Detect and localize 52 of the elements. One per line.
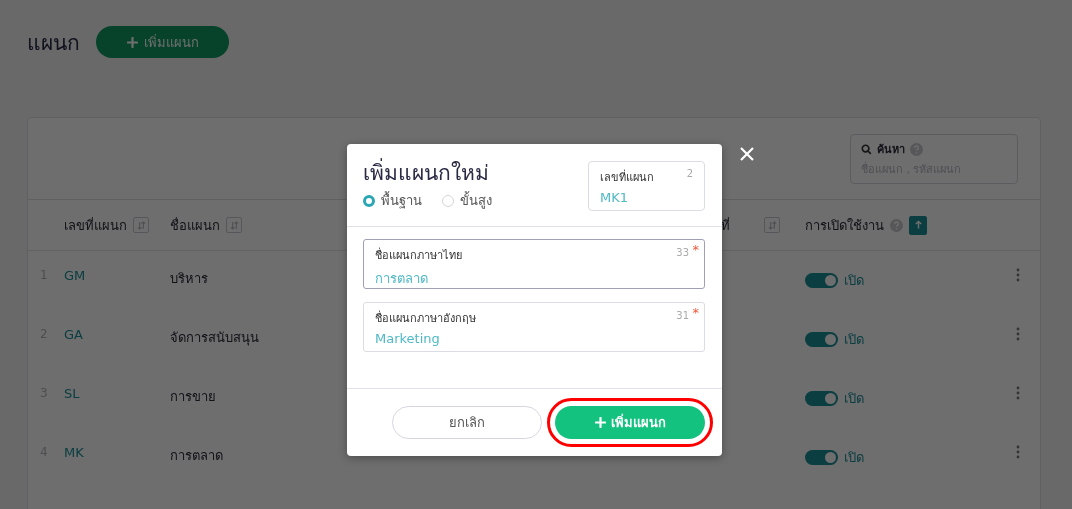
sort-icon[interactable]: [133, 217, 149, 233]
table-cell: GA: [64, 327, 83, 342]
table-cell: MK: [64, 445, 84, 460]
more-icon[interactable]: [1016, 386, 1020, 400]
plus-icon: [126, 36, 138, 48]
field-value: การตลาด: [375, 270, 429, 288]
name-field[interactable]: ชื่อแผนกภาษาอังกฤษ 31 * Marketing: [363, 302, 705, 352]
char-count: 33: [676, 247, 689, 258]
status-label: เปิด: [844, 449, 864, 467]
mode-radio[interactable]: ขั้นสูง: [442, 190, 492, 211]
toggle-switch[interactable]: [805, 273, 838, 288]
mode-radio[interactable]: พื้นฐาน: [363, 190, 422, 211]
toggle-switch[interactable]: [805, 450, 838, 465]
column-header: เลขที่แผนก: [64, 216, 127, 235]
status-label: เปิด: [844, 390, 864, 408]
required-mark: *: [692, 305, 699, 320]
page-title: แผนก: [27, 29, 80, 57]
required-mark: *: [692, 242, 699, 257]
close-icon[interactable]: [740, 147, 754, 161]
name-field[interactable]: ชื่อแผนกภาษาไทย 33 * การตลาด: [363, 239, 705, 289]
field-label: ชื่อแผนกภาษาอังกฤษ: [375, 309, 476, 327]
table-cell-text: การขาย: [170, 388, 216, 406]
sort-icon[interactable]: [764, 217, 780, 233]
char-count: 31: [676, 310, 689, 321]
toggle-switch[interactable]: [805, 391, 838, 406]
more-icon[interactable]: [1016, 445, 1020, 459]
plus-icon: [594, 417, 606, 428]
column-header: การเปิดใช้งาน: [805, 216, 884, 235]
more-icon[interactable]: [1016, 268, 1020, 282]
field-value: MK1: [600, 190, 629, 205]
field-label: เลขที่แผนก: [600, 168, 654, 186]
status-label: เปิด: [844, 331, 864, 349]
more-icon[interactable]: [1016, 327, 1020, 341]
status-label: เปิด: [844, 272, 864, 290]
search-label: ค้นหา: [877, 142, 905, 158]
sort-icon[interactable]: [226, 217, 242, 233]
column-header: ที่: [721, 216, 730, 235]
column-header: ชื่อแผนก: [170, 216, 220, 235]
toggle-switch[interactable]: [805, 332, 838, 347]
field-value: Marketing: [375, 331, 441, 346]
department-id-field[interactable]: เลขที่แผนก 2 MK1: [588, 161, 705, 211]
table-cell: GM: [64, 268, 86, 283]
char-count: 2: [686, 168, 693, 181]
sort-ascending-icon[interactable]: [909, 215, 927, 235]
cancel-button[interactable]: ยกเลิก: [392, 406, 542, 439]
field-label: ชื่อแผนกภาษาไทย: [375, 246, 462, 264]
table-cell-text: บริหาร: [170, 270, 208, 288]
table-cell-text: การตลาด: [170, 447, 223, 465]
search-icon: [861, 143, 872, 155]
table-cell-text: จัดการสนับสนุน: [170, 329, 259, 348]
table-cell: SL: [64, 386, 80, 401]
modal-title: เพิ่มแผนกใหม่: [363, 160, 492, 186]
